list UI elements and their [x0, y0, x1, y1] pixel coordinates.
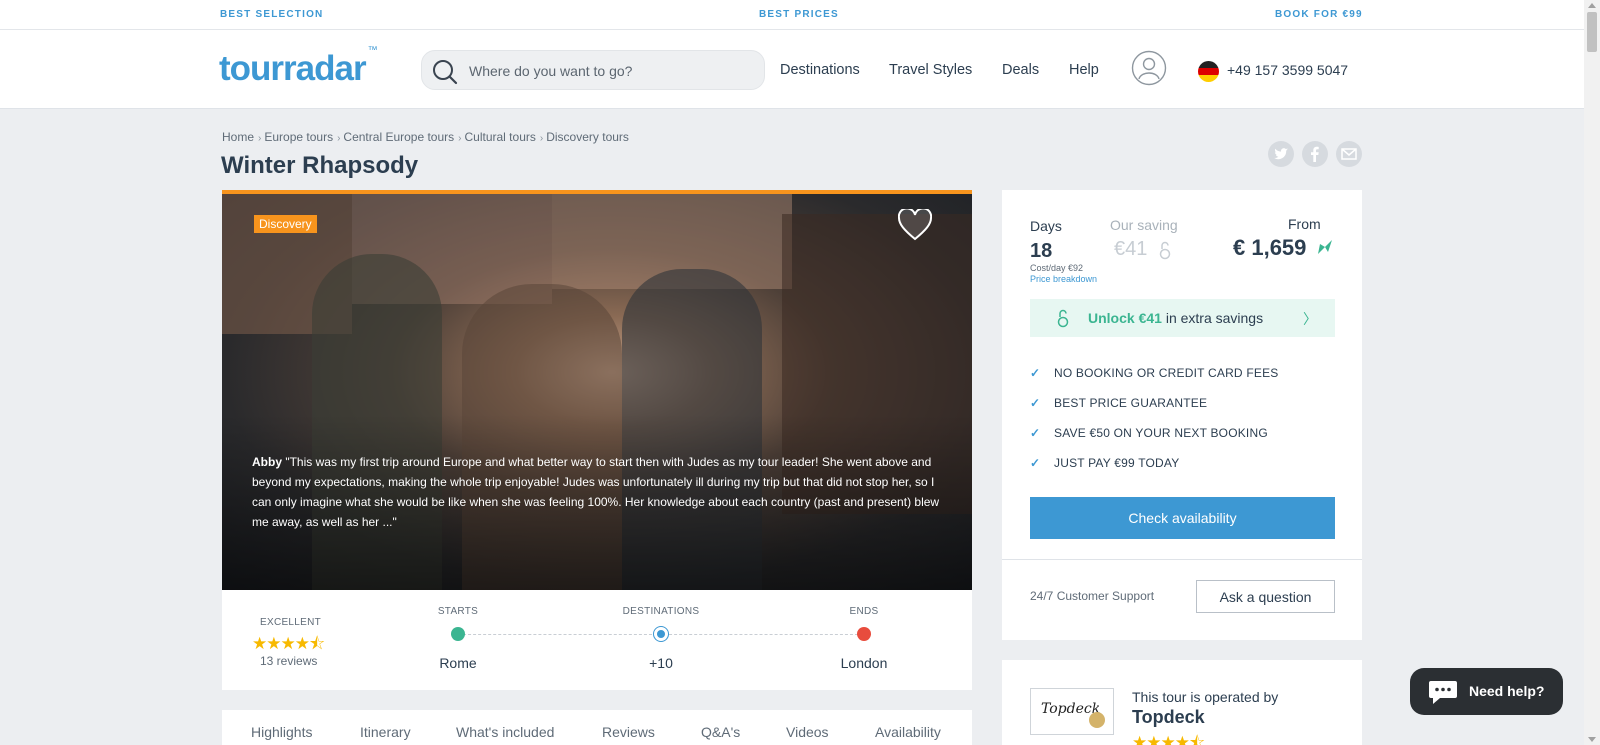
scrollbar-thumb[interactable]: [1587, 12, 1597, 52]
saving-value: €41: [1114, 238, 1148, 260]
start-city: Rome: [439, 655, 477, 671]
saving-label: Our saving: [1110, 217, 1178, 233]
from-label: From: [1288, 216, 1321, 232]
search-box[interactable]: [421, 50, 765, 90]
end-city: London: [840, 655, 888, 671]
operator-name[interactable]: Topdeck: [1132, 707, 1205, 728]
perk-item: ✓ SAVE €50 ON YOUR NEXT BOOKING: [1030, 426, 1268, 440]
customer-support-label: 24/7 Customer Support: [1030, 589, 1155, 603]
reviews-count[interactable]: 13 reviews: [260, 654, 317, 668]
tour-hero-image[interactable]: Discovery Abby "This was my first trip a…: [222, 190, 972, 590]
price-rocket-icon: [1318, 240, 1332, 254]
destinations-dot-icon: [654, 627, 668, 641]
account-icon[interactable]: [1131, 50, 1167, 86]
check-availability-button[interactable]: Check availability: [1030, 497, 1335, 539]
search-icon: [433, 60, 458, 85]
scrollbar[interactable]: [1584, 0, 1600, 745]
wishlist-heart-icon[interactable]: [898, 209, 932, 241]
nav-help[interactable]: Help: [1069, 62, 1099, 78]
check-icon: ✓: [1030, 456, 1041, 470]
perk-item: ✓ NO BOOKING OR CREDIT CARD FEES: [1030, 366, 1279, 380]
need-help-chat-button[interactable]: Need help?: [1410, 668, 1563, 715]
days-value: 18: [1030, 240, 1053, 262]
chevron-right-icon: 〉: [1303, 311, 1317, 327]
operator-logo-coin-icon: [1089, 712, 1105, 728]
tab-videos[interactable]: Videos: [786, 724, 829, 740]
booking-card: Days 18 Cost/day €92 Price breakdown Our…: [1002, 190, 1362, 640]
check-icon: ✓: [1030, 426, 1041, 440]
operator-logo[interactable]: Topdeck: [1030, 688, 1114, 735]
email-share-icon[interactable]: [1336, 141, 1362, 167]
chat-bubble-icon: [1429, 681, 1457, 704]
nav-travel-styles[interactable]: Travel Styles: [889, 62, 972, 78]
tour-summary-card: EXCELLENT ★★★★⯪ 13 reviews STARTS Rome D…: [222, 590, 972, 690]
usp-best-selection: BEST SELECTION: [220, 9, 324, 20]
starts-label: STARTS: [437, 606, 479, 617]
price-value: € 1,659: [1233, 235, 1307, 260]
unlock-savings-banner[interactable]: Unlock €41 in extra savings 〉: [1030, 299, 1335, 337]
germany-flag-icon[interactable]: [1198, 61, 1219, 82]
tab-whats-included[interactable]: What's included: [456, 724, 554, 740]
tourradar-logo[interactable]: tourradar ™: [219, 45, 378, 89]
tab-itinerary[interactable]: Itinerary: [360, 724, 411, 740]
tour-tabs: Highlights Itinerary What's included Rev…: [222, 710, 972, 745]
nav-deals[interactable]: Deals: [1002, 62, 1039, 78]
check-icon: ✓: [1030, 396, 1041, 410]
breadcrumb-cultural[interactable]: Cultural tours: [465, 130, 536, 144]
need-help-label: Need help?: [1469, 683, 1545, 699]
divider: [1002, 559, 1362, 560]
destinations-count[interactable]: +10: [611, 655, 711, 671]
hero-review-quote: Abby "This was my first trip around Euro…: [252, 455, 940, 529]
top-strip: BEST SELECTION BEST PRICES BOOK FOR €99: [0, 0, 1584, 30]
tab-highlights[interactable]: Highlights: [251, 724, 312, 740]
start-pin-icon: [451, 627, 465, 641]
perk-item: ✓ JUST PAY €99 TODAY: [1030, 456, 1180, 470]
check-icon: ✓: [1030, 366, 1041, 380]
unlock-lock-icon: [1057, 309, 1069, 328]
perk-item: ✓ BEST PRICE GUARANTEE: [1030, 396, 1208, 410]
destinations-label: DESTINATIONS: [622, 606, 700, 617]
unlock-text: Unlock €41 in extra savings: [1088, 310, 1264, 326]
saving-lock-icon: [1159, 241, 1171, 260]
site-header: tourradar™ Destinations Travel Styles De…: [0, 30, 1584, 109]
cost-per-day: Cost/day €92: [1030, 263, 1084, 273]
breadcrumb-discovery[interactable]: Discovery tours: [546, 130, 629, 144]
search-input[interactable]: [469, 60, 749, 82]
tab-reviews[interactable]: Reviews: [602, 724, 655, 740]
tab-qas[interactable]: Q&A's: [701, 724, 740, 740]
scroll-down-icon[interactable]: [1588, 737, 1596, 742]
breadcrumb-home[interactable]: Home: [222, 130, 254, 144]
phone-number[interactable]: +49 157 3599 5047: [1227, 62, 1348, 78]
scroll-up-icon[interactable]: [1588, 3, 1596, 8]
rating-label: EXCELLENT: [260, 617, 322, 628]
end-flag-icon: [857, 627, 871, 641]
nav-destinations[interactable]: Destinations: [780, 62, 860, 78]
usp-best-prices: BEST PRICES: [759, 9, 839, 20]
twitter-share-icon[interactable]: [1268, 141, 1294, 167]
ask-question-button[interactable]: Ask a question: [1196, 580, 1335, 613]
operator-rating-stars: ★★★★⯪: [1132, 733, 1205, 745]
page-title: Winter Rhapsody: [221, 152, 419, 179]
price-breakdown-link[interactable]: Price breakdown: [1030, 274, 1097, 284]
tab-availability[interactable]: Availability: [875, 724, 941, 740]
usp-book-for: BOOK FOR €99: [1275, 9, 1363, 20]
breadcrumb-europe[interactable]: Europe tours: [264, 130, 333, 144]
facebook-share-icon[interactable]: [1302, 141, 1328, 167]
days-label: Days: [1030, 218, 1062, 234]
operator-intro: This tour is operated by: [1132, 689, 1279, 705]
breadcrumb-central-europe[interactable]: Central Europe tours: [343, 130, 454, 144]
travel-style-badge: Discovery: [254, 215, 317, 233]
breadcrumb: Home › Europe tours › Central Europe tours › C…: [222, 130, 629, 144]
ends-label: ENDS: [849, 606, 879, 617]
operator-card: Topdeck This tour is operated by Topdeck…: [1002, 660, 1362, 745]
